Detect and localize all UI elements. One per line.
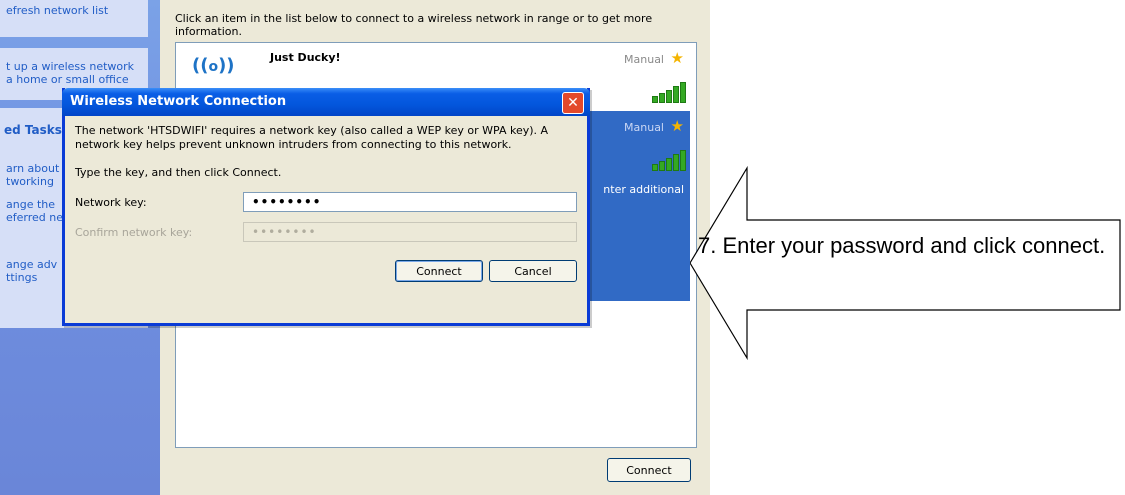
setup-wireless-network-link-line2[interactable]: a home or small office — [6, 73, 129, 86]
screenshot: efresh network list t up a wireless netw… — [0, 0, 710, 495]
learn-about-networking-link-line2[interactable]: tworking — [6, 175, 54, 188]
wireless-network-connection-dialog: Wireless Network Connection ✕ The networ… — [62, 88, 590, 326]
star-icon: ★ — [670, 117, 684, 135]
dialog-connect-button[interactable]: Connect — [395, 260, 483, 282]
learn-about-networking-link[interactable]: arn about — [6, 162, 59, 175]
instruction-callout-text: 7. Enter your password and click connect… — [698, 233, 1106, 258]
dialog-instruction: Type the key, and then click Connect. — [75, 166, 282, 179]
setup-wireless-network-link[interactable]: t up a wireless network — [6, 60, 134, 73]
network-details-text: nter additional — [603, 183, 684, 196]
wireless-antenna-icon: ((o)) — [192, 55, 235, 76]
network-key-input[interactable]: •••••••• — [243, 192, 577, 212]
related-tasks-header: ed Tasks — [4, 123, 62, 137]
dialog-cancel-button[interactable]: Cancel — [489, 260, 577, 282]
network-tasks-card: efresh network list — [0, 0, 148, 37]
network-mode-label: Manual — [624, 53, 664, 66]
network-mode-label: Manual — [624, 121, 664, 134]
confirm-network-key-label: Confirm network key: — [75, 226, 193, 239]
connect-button[interactable]: Connect — [607, 458, 691, 482]
dialog-body: The network 'HTSDWIFI' requires a networ… — [65, 116, 587, 323]
dialog-message: The network 'HTSDWIFI' requires a networ… — [75, 124, 549, 151]
network-key-label: Network key: — [75, 196, 147, 209]
info-text: Click an item in the list below to conne… — [175, 12, 653, 38]
change-preferred-networks-link[interactable]: ange the — [6, 198, 55, 211]
dialog-title: Wireless Network Connection — [70, 94, 287, 109]
close-icon[interactable]: ✕ — [562, 92, 584, 114]
dialog-titlebar[interactable]: Wireless Network Connection ✕ — [62, 88, 590, 116]
confirm-network-key-input: •••••••• — [243, 222, 577, 242]
signal-strength-icon — [652, 82, 686, 103]
signal-strength-icon — [652, 150, 686, 171]
change-advanced-settings-link-line2[interactable]: ttings — [6, 271, 37, 284]
network-name: Just Ducky! — [270, 51, 341, 64]
change-preferred-networks-link-line2[interactable]: eferred ne — [6, 211, 63, 224]
refresh-network-list-link[interactable]: efresh network list — [6, 4, 108, 17]
star-icon: ★ — [670, 49, 684, 67]
change-advanced-settings-link[interactable]: ange adv — [6, 258, 57, 271]
